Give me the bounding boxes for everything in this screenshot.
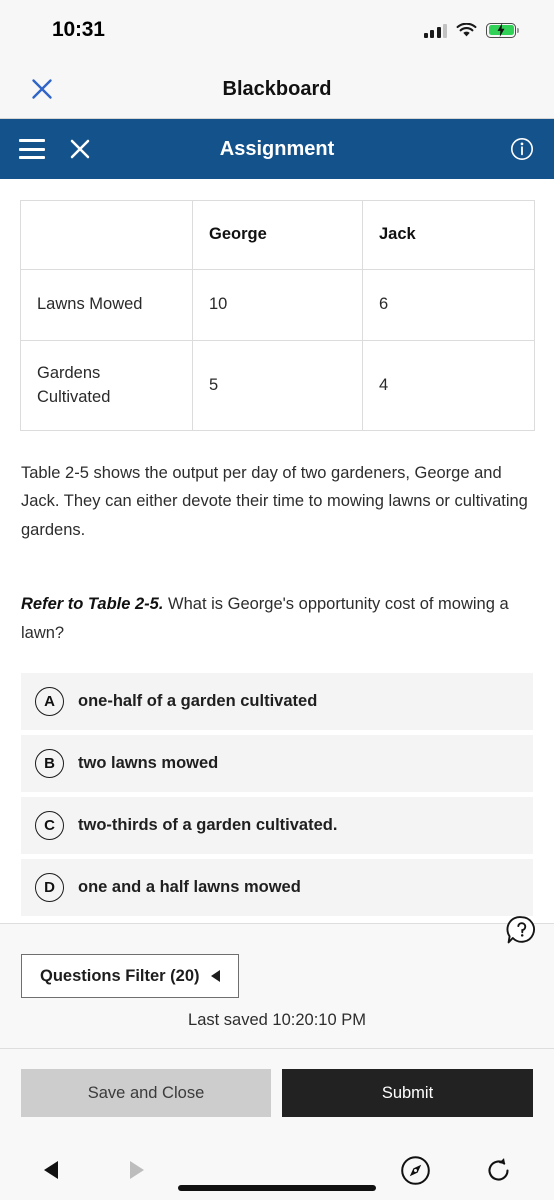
help-question-bubble-icon[interactable] xyxy=(506,915,537,946)
question-content: George Jack Lawns Mowed 10 6 Gardens Cul… xyxy=(0,179,554,923)
table-header-jack: Jack xyxy=(362,200,535,270)
table-header-row: George Jack xyxy=(20,200,535,270)
nav-forward-icon xyxy=(130,1161,144,1179)
option-text-d: one and a half lawns mowed xyxy=(78,877,301,896)
cell-gardens-jack: 4 xyxy=(362,340,535,431)
cell-lawns-george: 10 xyxy=(192,269,363,341)
caret-left-icon xyxy=(210,970,220,982)
questions-filter-button[interactable]: Questions Filter (20) xyxy=(21,954,239,998)
option-letter-c: C xyxy=(35,810,64,840)
answer-options-list: A one-half of a garden cultivated B two … xyxy=(21,672,533,916)
submit-button[interactable]: Submit xyxy=(282,1069,533,1117)
filter-strip: Questions Filter (20) Last saved 10:20:1… xyxy=(0,923,554,1048)
table-header-george: George xyxy=(192,200,363,270)
question-prompt: Refer to Table 2-5. What is George's opp… xyxy=(21,590,533,647)
close-icon[interactable] xyxy=(29,76,55,102)
status-bar-indicators xyxy=(423,22,519,38)
option-letter-a: A xyxy=(35,686,64,716)
hamburger-menu-icon[interactable] xyxy=(19,139,45,159)
info-circle-icon[interactable] xyxy=(509,136,535,162)
table-row: Lawns Mowed 10 6 xyxy=(20,269,535,341)
wifi-icon xyxy=(456,22,477,36)
table-corner-cell xyxy=(20,200,193,270)
status-bar-time: 10:31 xyxy=(52,18,105,41)
safari-compass-icon[interactable] xyxy=(400,1155,431,1186)
app-root: 10:31 Blackboard Assignment George Jack … xyxy=(0,0,554,1200)
questions-filter-label: Questions Filter (20) xyxy=(40,966,200,985)
option-text-a: one-half of a garden cultivated xyxy=(78,691,318,710)
ios-status-bar: 10:31 xyxy=(0,0,554,60)
answer-option-d[interactable]: D one and a half lawns mowed xyxy=(21,858,533,916)
reload-icon[interactable] xyxy=(483,1155,514,1186)
output-per-day-table: George Jack Lawns Mowed 10 6 Gardens Cul… xyxy=(20,200,535,431)
option-letter-b: B xyxy=(35,748,64,778)
option-text-c: two-thirds of a garden cultivated. xyxy=(78,815,338,834)
cell-lawns-jack: 6 xyxy=(362,269,535,341)
cellular-signal-icon xyxy=(423,23,447,38)
row-label-lawns-mowed: Lawns Mowed xyxy=(20,269,193,341)
battery-charging-icon xyxy=(486,22,519,38)
nav-back-icon[interactable] xyxy=(44,1161,58,1179)
option-text-b: two lawns mowed xyxy=(78,753,219,772)
answer-option-c[interactable]: C two-thirds of a garden cultivated. xyxy=(21,796,533,854)
table-row: Gardens Cultivated 5 4 xyxy=(20,340,535,431)
row-label-gardens-cultivated: Gardens Cultivated xyxy=(20,340,193,431)
action-bar: Save and Close Submit xyxy=(0,1048,554,1141)
page-title: Blackboard xyxy=(222,77,332,100)
option-letter-d: D xyxy=(35,872,64,902)
cell-gardens-george: 5 xyxy=(192,340,363,431)
question-prompt-prefix: Refer to Table 2-5. xyxy=(21,595,164,614)
browser-bottom-nav xyxy=(0,1141,554,1200)
answer-option-a[interactable]: A one-half of a garden cultivated xyxy=(21,672,533,730)
home-indicator-bar[interactable] xyxy=(178,1185,376,1191)
question-intro-text: Table 2-5 shows the output per day of tw… xyxy=(21,464,528,539)
close-icon[interactable] xyxy=(67,136,93,162)
save-and-close-button[interactable]: Save and Close xyxy=(21,1069,271,1117)
answer-option-b[interactable]: B two lawns mowed xyxy=(21,734,533,792)
assignment-header: Assignment xyxy=(0,119,554,179)
browser-page-bar: Blackboard xyxy=(0,60,554,119)
charging-bolt-icon xyxy=(497,23,505,37)
last-saved-status: Last saved 10:20:10 PM xyxy=(188,1011,366,1029)
